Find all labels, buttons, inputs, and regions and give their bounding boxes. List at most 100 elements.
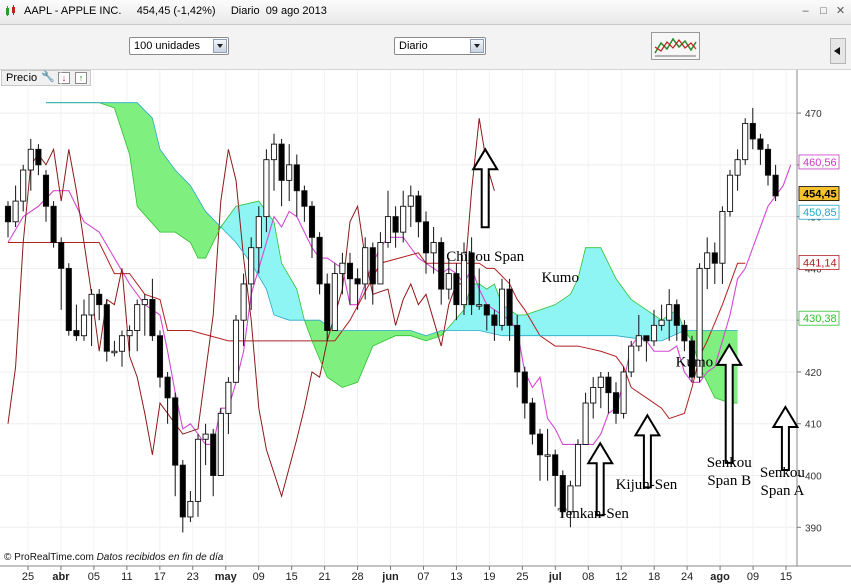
candle-down <box>316 236 323 285</box>
time-tick-label: 21 <box>318 571 330 583</box>
candle-up <box>498 288 506 326</box>
candle-up <box>217 412 224 476</box>
candle-down <box>103 304 110 352</box>
candle-down <box>711 252 718 264</box>
price-tag-label: 454,45 <box>803 189 837 201</box>
time-tick-label: 05 <box>88 571 100 583</box>
candle-down <box>438 242 445 290</box>
price-tags: 460,56 454,45 450,85 441,14 430,38 <box>798 154 840 326</box>
candle-up <box>384 216 392 243</box>
candle-up <box>742 122 749 161</box>
price-tick-label: 420 <box>805 368 822 379</box>
candle-down <box>293 164 300 192</box>
candle-down <box>210 433 217 476</box>
candle-up <box>232 319 240 383</box>
candle-down <box>749 122 756 140</box>
candle-up <box>126 330 133 337</box>
time-tick-label: 25 <box>516 571 528 583</box>
time-tick-label: 09 <box>253 571 265 583</box>
time-tick-label: 17 <box>154 571 166 583</box>
senkou-span-b-arrow <box>715 342 743 464</box>
candle-down <box>415 195 422 223</box>
candle-down <box>552 454 559 476</box>
candle-up <box>726 174 734 212</box>
price-tag-label: 450,85 <box>803 207 837 219</box>
candle-down <box>757 138 764 150</box>
candle-up <box>582 402 589 445</box>
candle-up <box>248 247 255 285</box>
senkou-span-b-label: Senkou Span B <box>707 455 753 489</box>
time-tick-label: 18 <box>648 571 660 583</box>
candle-down <box>681 324 688 342</box>
candle-down <box>35 148 42 166</box>
candle-down <box>149 299 156 337</box>
time-tick-label: jul <box>548 571 562 583</box>
time-tick-label: 24 <box>681 571 693 583</box>
candle-down <box>172 397 179 466</box>
candle-down <box>422 221 430 254</box>
candle-up <box>704 252 711 269</box>
ichimoku-chart[interactable]: 390400410420430440450460470 25abr0511172… <box>0 0 851 584</box>
chart-footer: © ProRealTime.com Datos recibidos en fin… <box>4 552 223 563</box>
price-tick-label: 390 <box>805 523 822 534</box>
candle-down <box>643 335 650 342</box>
candle-down <box>278 143 285 181</box>
candle-up <box>597 376 604 388</box>
candle-down <box>772 174 779 197</box>
source-credit: © ProRealTime.com <box>4 552 94 563</box>
time-tick-label: 12 <box>615 571 627 583</box>
chikou-span-label: Chikou Span <box>446 249 524 265</box>
kumo-bullish <box>46 102 223 259</box>
candle-down <box>764 148 772 176</box>
candle-down <box>164 376 171 399</box>
candle-up <box>339 262 346 275</box>
candle-up <box>719 210 726 264</box>
indicator-lines <box>7 102 792 498</box>
time-tick-label: 15 <box>780 571 792 583</box>
candle-up <box>80 314 88 337</box>
candle-down <box>514 324 521 373</box>
time-tick-label: 11 <box>121 571 132 583</box>
time-tick-label: 19 <box>483 571 495 583</box>
candle-up <box>141 299 148 306</box>
kumo-label: Kumo <box>676 355 714 371</box>
candle-up <box>650 324 658 342</box>
candle-down <box>605 376 612 394</box>
time-tick-label: may <box>215 571 238 583</box>
candle-up <box>445 273 452 290</box>
candle-up <box>620 371 627 414</box>
candle-up <box>574 443 582 487</box>
tenkan-sen-arrow <box>586 441 614 517</box>
candle-up <box>544 454 551 457</box>
kumo-label: Kumo <box>541 270 579 286</box>
candle-down <box>529 402 536 435</box>
candle-up <box>666 304 673 321</box>
candle-down <box>308 205 316 238</box>
candle-up <box>240 283 247 321</box>
kijun-sen-label: Kijun-Sen <box>616 477 678 493</box>
candle-up <box>270 143 278 161</box>
candle-up <box>407 195 414 207</box>
candle-up <box>734 159 741 176</box>
candle-up <box>635 335 642 347</box>
price-tag-label: 441,14 <box>803 257 837 269</box>
time-tick-label: 07 <box>417 571 429 583</box>
time-tick-label: 09 <box>747 571 759 583</box>
candle-up <box>225 381 232 414</box>
candle-up <box>590 387 597 404</box>
price-tag-label: 430,38 <box>803 313 837 325</box>
candle-down <box>346 262 354 280</box>
tenkan-sen-label: Tenkan-Sen <box>557 506 629 522</box>
candle-down <box>96 293 103 306</box>
candle-down <box>392 216 399 233</box>
time-tick-label: 23 <box>187 571 199 583</box>
price-tick-label: 410 <box>805 420 822 431</box>
time-tick-label: 28 <box>351 571 363 583</box>
price-tick-label: 400 <box>805 472 822 483</box>
candle-up <box>20 169 27 202</box>
candle-down <box>65 267 72 331</box>
candle-up <box>27 148 34 171</box>
candle-down <box>58 242 65 269</box>
candle-down <box>42 174 50 207</box>
candle-down <box>536 433 544 456</box>
